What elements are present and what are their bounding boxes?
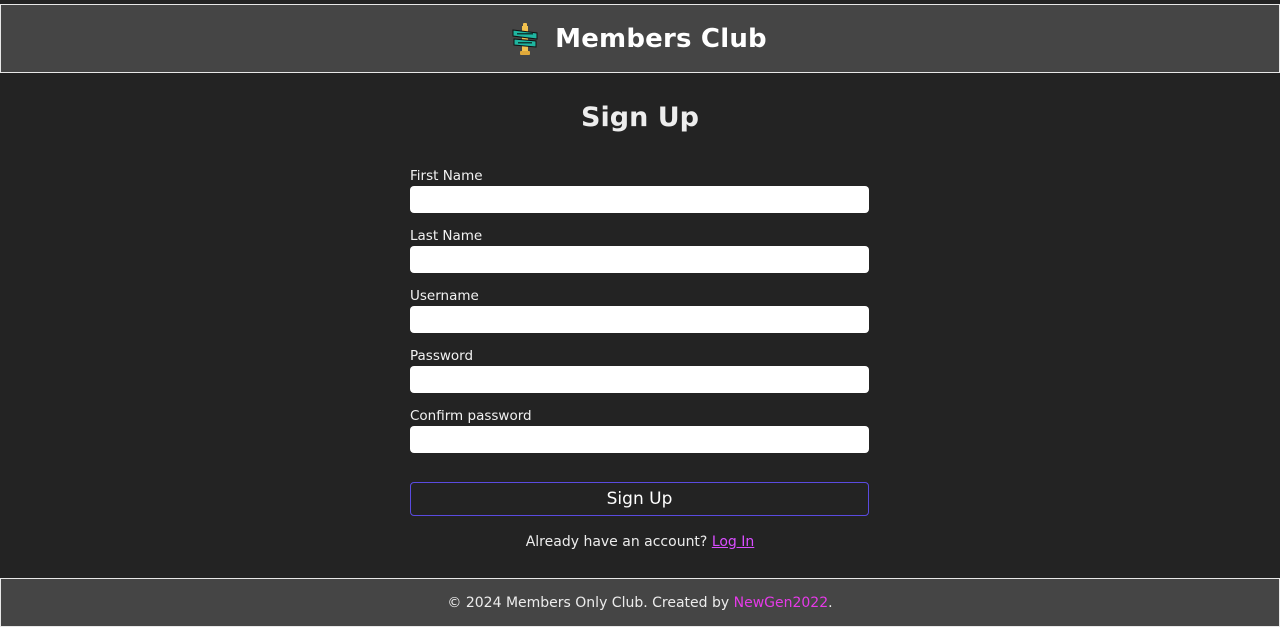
first-name-group: First Name xyxy=(410,166,869,226)
confirm-password-group: Confirm password xyxy=(410,406,869,466)
confirm-password-input[interactable] xyxy=(410,426,869,453)
first-name-input[interactable] xyxy=(410,186,869,213)
login-prompt-text: Already have an account? xyxy=(525,534,708,550)
login-prompt: Already have an account? Log In xyxy=(0,534,1280,550)
username-group: Username xyxy=(410,286,869,346)
footer-copyright: © 2024 Members Only Club. Created by xyxy=(447,594,730,611)
author-link[interactable]: NewGen2022 xyxy=(734,595,829,611)
username-input[interactable] xyxy=(410,306,869,333)
password-input[interactable] xyxy=(410,366,869,393)
site-footer: © 2024 Members Only Club. Created by New… xyxy=(0,578,1280,627)
password-label: Password xyxy=(410,348,474,364)
last-name-input[interactable] xyxy=(410,246,869,273)
members-only-sign-icon xyxy=(512,22,538,55)
signup-main: Sign Up First Name Last Name Username Pa… xyxy=(0,74,1280,578)
confirm-password-label: Confirm password xyxy=(410,408,532,424)
site-header: Members Club xyxy=(0,4,1280,73)
footer-suffix: . xyxy=(828,594,833,611)
last-name-label: Last Name xyxy=(410,228,483,244)
page-title: Sign Up xyxy=(581,102,699,133)
log-in-link[interactable]: Log In xyxy=(712,534,754,550)
site-title: Members Club xyxy=(555,23,767,54)
signup-form: First Name Last Name Username Password C… xyxy=(410,166,869,516)
last-name-group: Last Name xyxy=(410,226,869,286)
brand[interactable]: Members Club xyxy=(511,22,767,56)
sign-up-button[interactable]: Sign Up xyxy=(410,482,869,516)
username-label: Username xyxy=(410,288,479,304)
page: Members Club Sign Up First Name Last Nam… xyxy=(0,0,1280,627)
password-group: Password xyxy=(410,346,869,406)
first-name-label: First Name xyxy=(410,168,483,184)
